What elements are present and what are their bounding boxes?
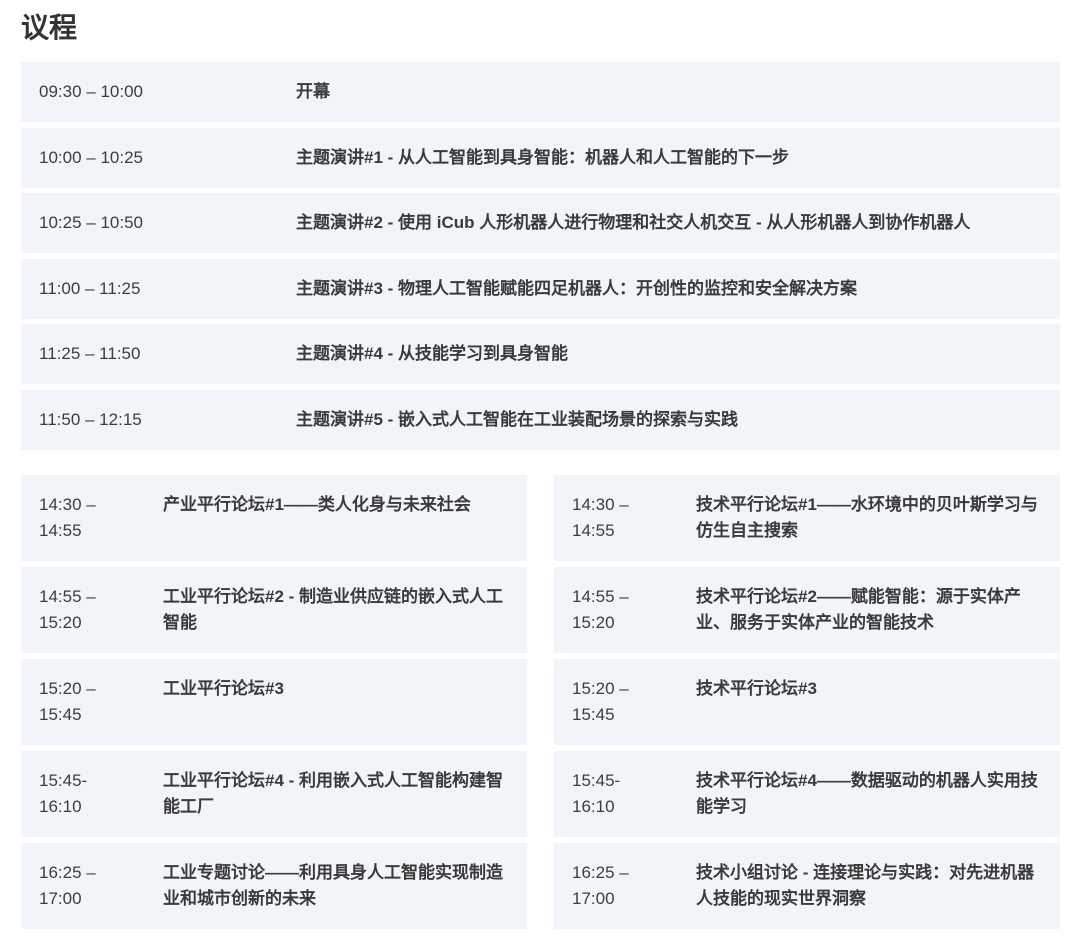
session-time: 09:30 – 10:00 <box>39 82 143 101</box>
agenda-row: 15:20 – 15:45 工业平行论坛#3 <box>21 659 527 745</box>
session-title: 工业平行论坛#3 <box>163 679 284 698</box>
agenda-row: 14:30 – 14:55 产业平行论坛#1——类人化身与未来社会 <box>21 475 527 561</box>
agenda-heading: 议程 <box>21 12 78 43</box>
session-time: 15:20 – 15:45 <box>572 679 629 724</box>
agenda-row: 14:55 – 15:20 工业平行论坛#2 - 制造业供应链的嵌入式人工智能 <box>21 567 527 653</box>
agenda-row: 15:45-16:10 工业平行论坛#4 - 利用嵌入式人工智能构建智能工厂 <box>21 751 527 837</box>
session-time: 11:25 – 11:50 <box>39 344 141 364</box>
session-title: 技术平行论坛#1——水环境中的贝叶斯学习与仿生自主搜索 <box>696 495 1038 540</box>
session-title: 技术平行论坛#4——数据驱动的机器人实用技能学习 <box>696 771 1038 816</box>
session-time: 15:45-16:10 <box>39 771 88 816</box>
session-time: 14:30 – 14:55 <box>572 495 629 540</box>
session-time: 10:25 – 10:50 <box>39 213 143 233</box>
morning-schedule: 09:30 – 10:00 开幕 10:00 – 10:25 主题演讲#1 - … <box>21 62 1060 450</box>
session-title: 工业专题讨论——利用具身人工智能实现制造业和城市创新的未来 <box>163 863 503 908</box>
agenda-row: 15:20 – 15:45 技术平行论坛#3 <box>554 659 1060 745</box>
session-time: 11:50 – 12:15 <box>39 409 142 429</box>
afternoon-schedule: 14:30 – 14:55 产业平行论坛#1——类人化身与未来社会 14:55 … <box>21 475 1060 929</box>
session-time: 14:55 – 15:20 <box>39 587 96 632</box>
session-title: 技术小组讨论 - 连接理论与实践：对先进机器人技能的现实世界洞察 <box>696 863 1035 908</box>
session-time: 16:25 – 17:00 <box>572 863 629 908</box>
tech-track-column: 14:30 – 14:55 技术平行论坛#1——水环境中的贝叶斯学习与仿生自主搜… <box>554 475 1060 929</box>
session-time: 10:00 – 10:25 <box>39 147 143 167</box>
agenda-row: 14:55 – 15:20 技术平行论坛#2——赋能智能：源于实体产业、服务于实… <box>554 567 1060 653</box>
session-title: 开幕 <box>296 82 330 101</box>
session-title: 工业平行论坛#2 - 制造业供应链的嵌入式人工智能 <box>163 587 504 632</box>
agenda-row: 11:25 – 11:50 主题演讲#4 - 从技能学习到具身智能 <box>21 324 1060 385</box>
agenda-row: 16:25 – 17:00 技术小组讨论 - 连接理论与实践：对先进机器人技能的… <box>554 843 1060 929</box>
session-time: 16:25 – 17:00 <box>39 863 96 908</box>
session-time: 11:00 – 11:25 <box>39 278 141 298</box>
session-title: 技术平行论坛#2——赋能智能：源于实体产业、服务于实体产业的智能技术 <box>696 587 1021 632</box>
session-time: 15:45-16:10 <box>572 771 621 816</box>
agenda-row: 09:30 – 10:00 开幕 <box>21 62 1060 122</box>
session-title: 主题演讲#2 - 使用 iCub 人形机器人进行物理和社交人机交互 - 从人形机… <box>296 213 971 233</box>
agenda-row: 14:30 – 14:55 技术平行论坛#1——水环境中的贝叶斯学习与仿生自主搜… <box>554 475 1060 561</box>
agenda-row: 10:00 – 10:25 主题演讲#1 - 从人工智能到具身智能：机器人和人工… <box>21 127 1060 188</box>
agenda-row: 11:00 – 11:25 主题演讲#3 - 物理人工智能赋能四足机器人：开创性… <box>21 258 1060 319</box>
agenda-row: 15:45-16:10 技术平行论坛#4——数据驱动的机器人实用技能学习 <box>554 751 1060 837</box>
session-title: 工业平行论坛#4 - 利用嵌入式人工智能构建智能工厂 <box>163 771 504 816</box>
session-title: 产业平行论坛#1——类人化身与未来社会 <box>163 495 471 514</box>
agenda-row: 10:25 – 10:50 主题演讲#2 - 使用 iCub 人形机器人进行物理… <box>21 193 1060 254</box>
session-time: 15:20 – 15:45 <box>39 679 96 724</box>
session-title: 主题演讲#4 - 从技能学习到具身智能 <box>296 344 569 364</box>
session-title: 技术平行论坛#3 <box>696 679 817 698</box>
agenda-row: 11:50 – 12:15 主题演讲#5 - 嵌入式人工智能在工业装配场景的探索… <box>21 389 1060 450</box>
session-time: 14:30 – 14:55 <box>39 495 96 540</box>
session-title: 主题演讲#1 - 从人工智能到具身智能：机器人和人工智能的下一步 <box>296 147 790 167</box>
agenda-row: 16:25 – 17:00 工业专题讨论——利用具身人工智能实现制造业和城市创新… <box>21 843 527 929</box>
session-title: 主题演讲#3 - 物理人工智能赋能四足机器人：开创性的监控和安全解决方案 <box>296 278 858 298</box>
session-time: 14:55 – 15:20 <box>572 587 629 632</box>
industry-track-column: 14:30 – 14:55 产业平行论坛#1——类人化身与未来社会 14:55 … <box>21 475 527 929</box>
session-title: 主题演讲#5 - 嵌入式人工智能在工业装配场景的探索与实践 <box>296 409 739 429</box>
